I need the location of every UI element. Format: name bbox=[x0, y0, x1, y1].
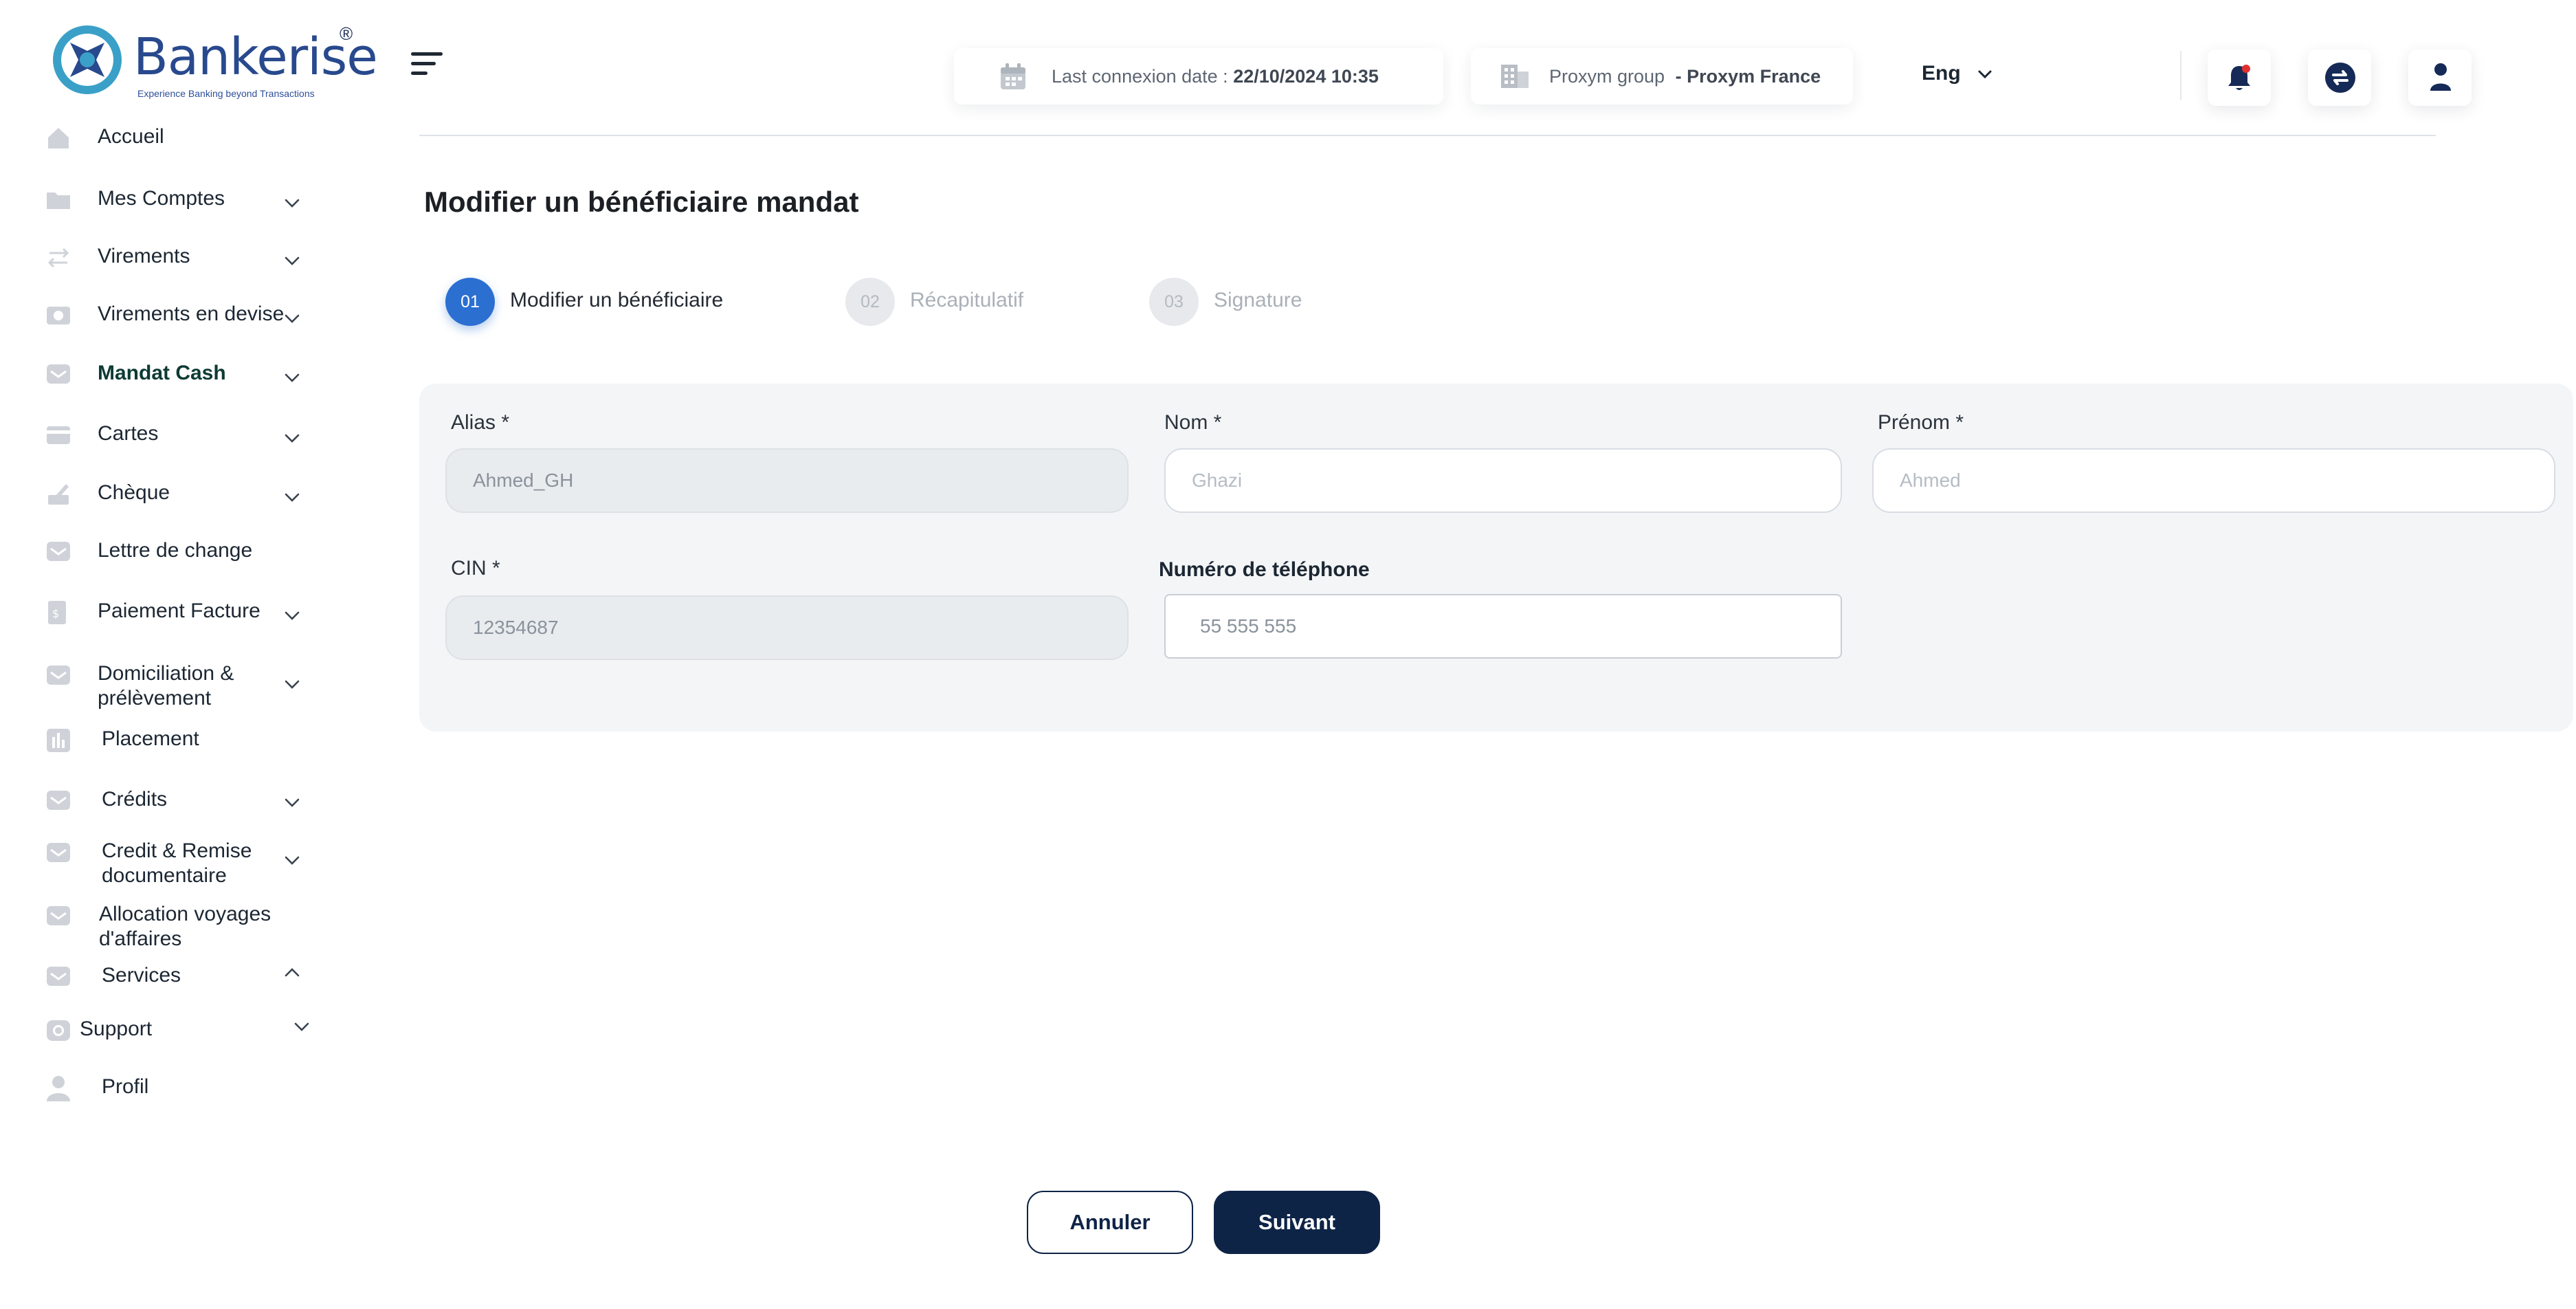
bankerise-logo[interactable]: Bankerise ® Experience Banking beyond Tr… bbox=[49, 22, 378, 99]
refresh-exchange-icon bbox=[2325, 63, 2355, 93]
calendar-icon bbox=[1001, 63, 1025, 89]
group-label: Proxym group bbox=[1549, 66, 1665, 87]
sidebar-item-label: Accueil bbox=[98, 125, 164, 148]
chevron-down-icon[interactable] bbox=[282, 487, 302, 507]
next-button[interactable]: Suivant bbox=[1214, 1191, 1380, 1254]
sidebar-item-label: Services bbox=[102, 964, 181, 987]
chevron-down-icon[interactable] bbox=[282, 250, 302, 271]
step-number: 03 bbox=[1149, 278, 1199, 326]
cancel-button[interactable]: Annuler bbox=[1027, 1191, 1193, 1254]
support-icon bbox=[45, 1018, 71, 1042]
sidebar-item-label: Allocation voyages d'affaires bbox=[99, 903, 271, 950]
last-connexion-value: 22/10/2024 10:35 bbox=[1233, 66, 1379, 87]
group-card[interactable]: Proxym group - Proxym France bbox=[1471, 48, 1853, 104]
home-icon bbox=[45, 125, 71, 150]
telephone-label: Numéro de téléphone bbox=[1159, 558, 1370, 581]
telephone-field[interactable] bbox=[1164, 594, 1842, 659]
bar-chart-icon bbox=[45, 727, 71, 752]
sidebar-item-label: Placement bbox=[102, 727, 199, 750]
user-icon bbox=[45, 1075, 71, 1101]
nom-field[interactable] bbox=[1164, 448, 1842, 513]
transfer-arrows-icon bbox=[45, 245, 71, 270]
step-label: Récapitulatif bbox=[910, 289, 1024, 311]
logo-mark-icon bbox=[53, 25, 122, 94]
language-label: Eng bbox=[1922, 62, 1961, 85]
nom-label: Nom * bbox=[1164, 411, 1222, 434]
sidebar-item-label: Crédits bbox=[102, 788, 168, 811]
sidebar-item-label: Mes Comptes bbox=[98, 187, 225, 210]
building-icon bbox=[1501, 65, 1529, 88]
last-connexion-label: Last connexion date : bbox=[1052, 66, 1228, 87]
group-value: - Proxym France bbox=[1675, 66, 1821, 87]
step-number: 01 bbox=[445, 278, 495, 326]
sidebar-item-label: Cartes bbox=[98, 422, 159, 445]
chevron-down-icon[interactable] bbox=[291, 1016, 312, 1037]
sidebar-item-label: Virements bbox=[98, 245, 190, 267]
language-selector[interactable]: Eng bbox=[1922, 62, 1994, 85]
card-icon bbox=[45, 422, 71, 447]
registered-mark: ® bbox=[340, 23, 353, 44]
notifications-button[interactable] bbox=[2208, 50, 2271, 106]
sidebar-item-label: Domiciliation & prélèvement bbox=[98, 662, 234, 710]
folder-icon bbox=[45, 187, 71, 212]
chevron-down-icon[interactable] bbox=[282, 192, 302, 213]
bell-icon bbox=[2228, 65, 2250, 90]
chevron-down-icon[interactable] bbox=[282, 605, 302, 626]
prenom-field[interactable] bbox=[1872, 448, 2555, 513]
invoice-icon: $ bbox=[45, 600, 71, 624]
chevron-down-icon bbox=[1978, 70, 1992, 79]
sidebar-item-label: Virements en devise bbox=[98, 302, 285, 325]
envelope-icon bbox=[45, 788, 71, 813]
step-number: 02 bbox=[845, 278, 895, 326]
beneficiary-form-panel bbox=[419, 384, 2573, 732]
prenom-label: Prénom * bbox=[1878, 411, 1964, 434]
sidebar-item-label: Support bbox=[80, 1018, 153, 1040]
user-menu-button[interactable] bbox=[2408, 50, 2472, 106]
envelope-icon bbox=[45, 840, 71, 865]
chevron-up-icon[interactable] bbox=[282, 962, 302, 983]
chevron-down-icon[interactable] bbox=[282, 850, 302, 870]
menu-toggle-icon[interactable] bbox=[411, 52, 445, 77]
sidebar-item-label: Credit & Remise documentaire bbox=[102, 839, 252, 887]
envelope-icon bbox=[45, 964, 71, 989]
sidebar-item-label: Profil bbox=[102, 1075, 149, 1098]
chevron-down-icon[interactable] bbox=[282, 367, 302, 388]
sidebar-item-label: Paiement Facture bbox=[98, 600, 260, 622]
page-title: Modifier un bénéficiaire mandat bbox=[424, 186, 859, 218]
switch-account-button[interactable] bbox=[2308, 50, 2371, 106]
alias-field bbox=[445, 448, 1129, 513]
user-icon bbox=[2430, 63, 2451, 91]
sidebar-item-label: Mandat Cash bbox=[98, 362, 226, 384]
envelope-icon bbox=[45, 663, 71, 688]
chevron-down-icon[interactable] bbox=[282, 792, 302, 813]
last-connexion-card: Last connexion date : 22/10/2024 10:35 bbox=[954, 48, 1443, 104]
step-label: Signature bbox=[1214, 289, 1302, 311]
brand-tagline: Experience Banking beyond Transactions bbox=[137, 88, 315, 99]
cin-label: CIN * bbox=[451, 557, 500, 580]
alias-label: Alias * bbox=[451, 411, 510, 434]
chevron-down-icon[interactable] bbox=[282, 428, 302, 448]
svg-text:$: $ bbox=[52, 607, 59, 620]
chevron-down-icon[interactable] bbox=[282, 308, 302, 329]
envelope-icon bbox=[45, 903, 71, 928]
sidebar-item-label: Lettre de change bbox=[98, 539, 253, 562]
envelope-icon bbox=[45, 362, 71, 386]
envelope-icon bbox=[45, 539, 71, 564]
header-separator bbox=[419, 135, 2436, 136]
chevron-down-icon[interactable] bbox=[282, 674, 302, 694]
cheque-icon bbox=[45, 481, 71, 506]
sidebar-item-label: Chèque bbox=[98, 481, 170, 504]
header-divider bbox=[2180, 51, 2181, 100]
currency-icon bbox=[45, 302, 71, 327]
step-label: Modifier un bénéficiaire bbox=[510, 289, 724, 311]
cin-field bbox=[445, 595, 1129, 660]
